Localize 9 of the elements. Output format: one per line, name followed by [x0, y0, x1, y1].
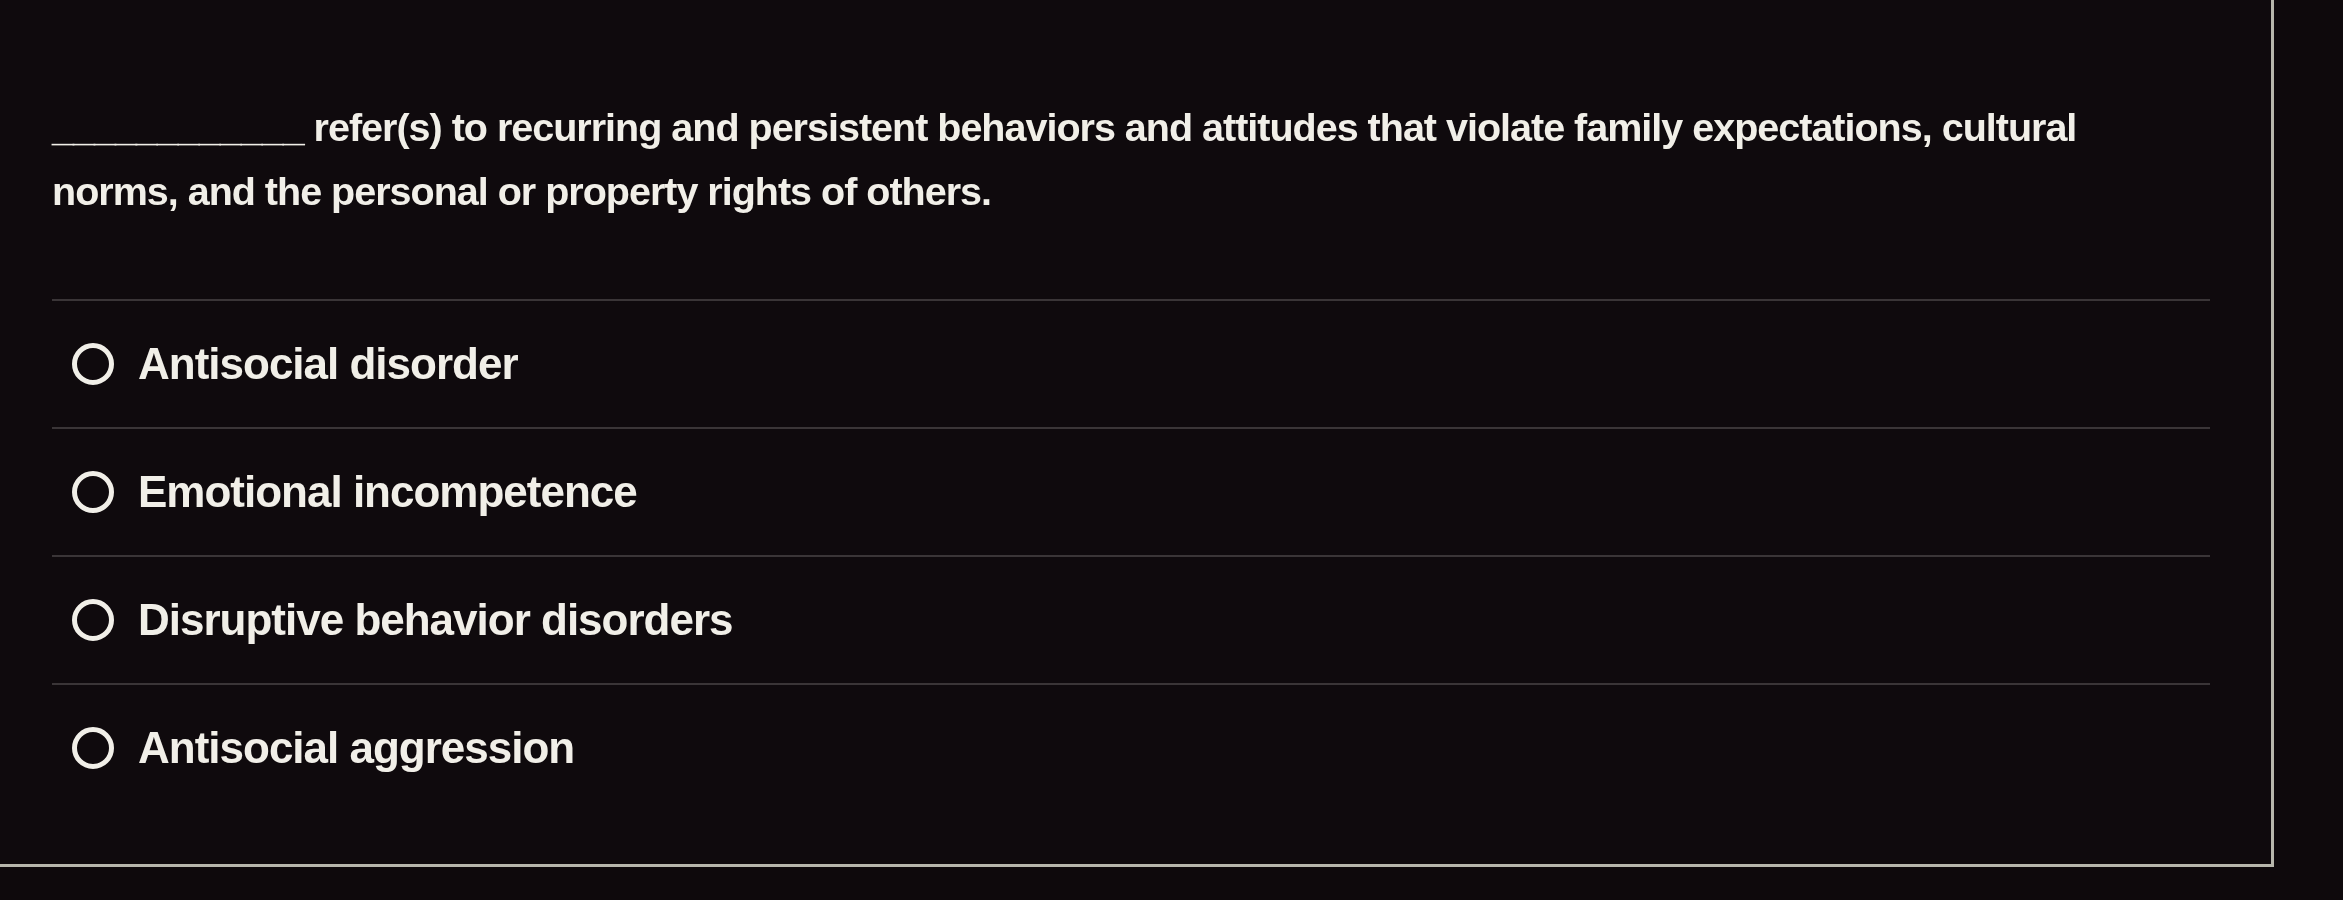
- radio-button[interactable]: [72, 599, 114, 641]
- option-label[interactable]: Emotional incompetence: [138, 467, 637, 517]
- option-label[interactable]: Disruptive behavior disorders: [138, 595, 733, 645]
- radio-button[interactable]: [72, 471, 114, 513]
- option-label[interactable]: Antisocial disorder: [138, 339, 518, 389]
- option-label[interactable]: Antisocial aggression: [138, 723, 575, 773]
- question-text: ____________ refer(s) to recurring and persistent behaviors and attitudes that violate family expectations, cultural norms, and the personal or property rights of others.: [52, 104, 2078, 215]
- radio-button[interactable]: [72, 727, 114, 769]
- radio-button[interactable]: [72, 343, 114, 385]
